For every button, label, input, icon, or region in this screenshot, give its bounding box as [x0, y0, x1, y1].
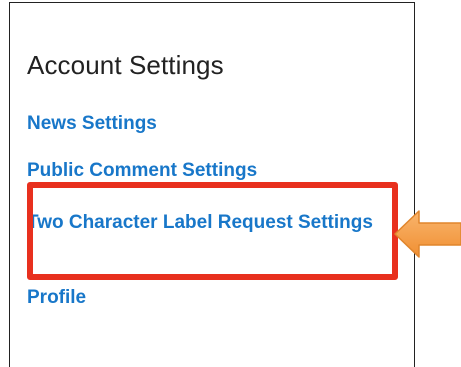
public-comment-settings-link[interactable]: Public Comment Settings — [27, 160, 257, 181]
arrow-left-annotation-icon — [394, 210, 461, 258]
two-character-label-request-settings-link[interactable]: Two Character Label Request Settings — [27, 212, 387, 233]
profile-link[interactable]: Profile — [27, 287, 86, 308]
news-settings-link[interactable]: News Settings — [27, 113, 157, 134]
screenshot-stage: Account Settings News Settings Public Co… — [0, 0, 461, 367]
account-settings-heading: Account Settings — [27, 50, 224, 80]
